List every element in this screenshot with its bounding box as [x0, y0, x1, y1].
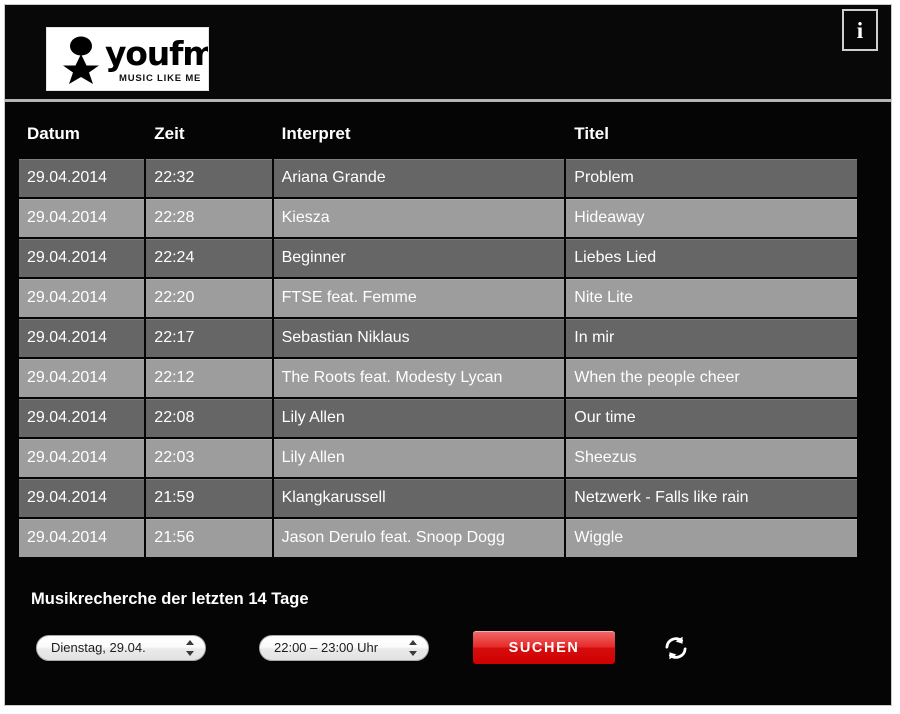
- refresh-icon: [665, 636, 687, 659]
- cell-titel: Wiggle: [566, 519, 857, 557]
- cell-interpret: Kiesza: [273, 199, 565, 237]
- cell-datum: 29.04.2014: [19, 439, 145, 477]
- cell-interpret: Klangkarussell: [273, 479, 565, 517]
- cell-interpret: Jason Derulo feat. Snoop Dogg: [273, 519, 565, 557]
- cell-datum: 29.04.2014: [19, 399, 145, 437]
- cell-zeit: 22:17: [146, 319, 272, 357]
- cell-titel: Problem: [566, 159, 857, 197]
- column-header-interpret: Interpret: [281, 124, 351, 143]
- table-row: 29.04.2014 22:20 FTSE feat. Femme Nite Lite: [19, 279, 857, 317]
- table-row: 29.04.2014 22:28 Kiesza Hideaway: [19, 199, 857, 237]
- cell-interpret: Lily Allen: [273, 399, 565, 437]
- refresh-button[interactable]: [662, 634, 690, 662]
- column-header-datum: Datum: [27, 124, 80, 143]
- cell-zeit: 22:03: [146, 439, 272, 477]
- table-header-row: Datum Zeit Interpret Titel: [19, 124, 857, 157]
- table-body: 29.04.2014 22:32 Ariana Grande Problem 29.04…: [19, 159, 857, 557]
- table-row: 29.04.2014 21:56 Jason Derulo feat. Snoop …: [19, 519, 857, 557]
- table-row: 29.04.2014 22:03 Lily Allen Sheezus: [19, 439, 857, 477]
- time-select[interactable]: 22:00 – 23:00 Uhr: [259, 634, 429, 661]
- cell-zeit: 22:20: [146, 279, 272, 317]
- info-button[interactable]: i: [842, 9, 878, 51]
- search-submit-button[interactable]: SUCHEN: [473, 631, 615, 664]
- cell-titel: Nite Lite: [566, 279, 857, 317]
- search-controls: Dienstag, 29.04. 22:00 – 23:00 Uhr SUCHE…: [36, 631, 891, 664]
- cell-datum: 29.04.2014: [19, 479, 145, 517]
- cell-titel: Our time: [566, 399, 857, 437]
- column-header-titel: Titel: [574, 124, 609, 143]
- logo-wordmark: youfm: [105, 34, 209, 73]
- cell-datum: 29.04.2014: [19, 319, 145, 357]
- cell-datum: 29.04.2014: [19, 279, 145, 317]
- table-row: 29.04.2014 22:08 Lily Allen Our time: [19, 399, 857, 437]
- info-icon: i: [856, 17, 864, 43]
- cell-titel: When the people cheer: [566, 359, 857, 397]
- cell-titel: In mir: [566, 319, 857, 357]
- cell-datum: 29.04.2014: [19, 359, 145, 397]
- logo-tagline: MUSIC LIKE ME: [119, 73, 202, 84]
- cell-zeit: 22:24: [146, 239, 272, 277]
- cell-zeit: 22:12: [146, 359, 272, 397]
- cell-titel: Liebes Lied: [566, 239, 857, 277]
- playlist-table-container: Datum Zeit Interpret Titel 29.04.2014 22:…: [5, 102, 891, 559]
- cell-datum: 29.04.2014: [19, 519, 145, 557]
- cell-datum: 29.04.2014: [19, 239, 145, 277]
- cell-interpret: FTSE feat. Femme: [273, 279, 565, 317]
- cell-datum: 29.04.2014: [19, 199, 145, 237]
- cell-zeit: 21:59: [146, 479, 272, 517]
- search-section: Musikrecherche der letzten 14 Tage Diens…: [5, 565, 891, 664]
- cell-zeit: 22:32: [146, 159, 272, 197]
- cell-titel: Hideaway: [566, 199, 857, 237]
- cell-interpret: Beginner: [273, 239, 565, 277]
- cell-zeit: 22:28: [146, 199, 272, 237]
- day-stepper-icon: [185, 639, 194, 656]
- cell-interpret: Sebastian Niklaus: [273, 319, 565, 357]
- cell-titel: Sheezus: [566, 439, 857, 477]
- table-row: 29.04.2014 22:24 Beginner Liebes Lied: [19, 239, 857, 277]
- table-row: 29.04.2014 22:32 Ariana Grande Problem: [19, 159, 857, 197]
- table-row: 29.04.2014 22:17 Sebastian Niklaus In mir: [19, 319, 857, 357]
- cell-interpret: Ariana Grande: [273, 159, 565, 197]
- table-head: Datum Zeit Interpret Titel: [19, 124, 857, 157]
- playlist-table: Datum Zeit Interpret Titel 29.04.2014 22:…: [17, 122, 859, 559]
- cell-interpret: Lily Allen: [273, 439, 565, 477]
- column-header-zeit: Zeit: [154, 124, 185, 143]
- day-select-value: Dienstag, 29.04.: [51, 639, 146, 655]
- logo-inner: youfm MUSIC LIKE ME: [47, 28, 208, 90]
- cell-titel: Netzwerk - Falls like rain: [566, 479, 857, 517]
- cell-datum: 29.04.2014: [19, 159, 145, 197]
- day-select[interactable]: Dienstag, 29.04.: [36, 634, 206, 661]
- table-row: 29.04.2014 21:59 Klangkarussell Netzwerk - …: [19, 479, 857, 517]
- cell-zeit: 22:08: [146, 399, 272, 437]
- search-heading: Musikrecherche der letzten 14 Tage: [31, 590, 309, 608]
- cell-interpret: The Roots feat. Modesty Lycan: [273, 359, 565, 397]
- header: youfm MUSIC LIKE ME i: [5, 5, 891, 102]
- star-person-icon: [63, 36, 99, 84]
- time-select-value: 22:00 – 23:00 Uhr: [274, 639, 379, 655]
- page-root: youfm MUSIC LIKE ME i Datum Zeit Interpr…: [0, 0, 900, 714]
- app-frame: youfm MUSIC LIKE ME i Datum Zeit Interpr…: [4, 4, 892, 706]
- table-row: 29.04.2014 22:12 The Roots feat. Modesty L…: [19, 359, 857, 397]
- youfm-logo[interactable]: youfm MUSIC LIKE ME: [46, 27, 209, 91]
- time-stepper-icon: [408, 639, 417, 656]
- cell-zeit: 21:56: [146, 519, 272, 557]
